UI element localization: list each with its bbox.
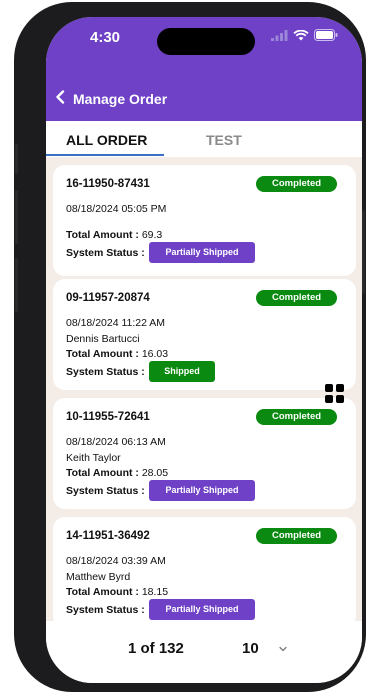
total-amount: Total Amount : 18.15 bbox=[66, 586, 168, 598]
order-card[interactable]: 16-11950-87431 Completed 08/18/2024 05:0… bbox=[53, 165, 356, 276]
app-bar: Manage Order bbox=[46, 71, 362, 121]
page-title: Manage Order bbox=[73, 91, 168, 107]
system-status-label: System Status : bbox=[66, 366, 145, 378]
total-amount: Total Amount : 69.3 bbox=[66, 229, 162, 241]
status-bar: 4:30 bbox=[46, 17, 362, 71]
total-amount: Total Amount : 16.03 bbox=[66, 348, 168, 360]
dynamic-island bbox=[157, 28, 255, 55]
order-date: 08/18/2024 03:39 AM bbox=[66, 555, 166, 567]
order-id: 09-11957-20874 bbox=[66, 292, 150, 304]
power-button bbox=[362, 210, 365, 294]
order-card[interactable]: 14-11951-36492 Completed 08/18/2024 03:3… bbox=[53, 517, 356, 621]
page-indicator: 1 of 132 bbox=[128, 640, 184, 657]
order-id: 14-11951-36492 bbox=[66, 530, 150, 542]
order-id: 16-11950-87431 bbox=[66, 178, 150, 190]
total-amount-label: Total Amount : bbox=[66, 586, 139, 598]
battery-icon bbox=[314, 29, 338, 41]
system-status-label: System Status : bbox=[66, 247, 145, 259]
active-tab-indicator bbox=[46, 154, 164, 156]
page-size-select[interactable]: 10 bbox=[242, 640, 259, 657]
order-list[interactable]: 16-11950-87431 Completed 08/18/2024 05:0… bbox=[46, 157, 362, 621]
customer-name: Dennis Bartucci bbox=[66, 333, 140, 345]
customer-name: Keith Taylor bbox=[66, 452, 121, 464]
tab-bar: ALL ORDER TEST bbox=[46, 121, 362, 157]
order-date: 08/18/2024 11:22 AM bbox=[66, 317, 166, 329]
total-amount-label: Total Amount : bbox=[66, 229, 139, 241]
order-card[interactable]: 10-11955-72641 Completed 08/18/2024 06:1… bbox=[53, 398, 356, 509]
order-id: 10-11955-72641 bbox=[66, 411, 150, 423]
volume-down-button bbox=[15, 258, 18, 312]
phone-frame: 4:30 Manage Order ALL ORDER TEST 16-1195… bbox=[14, 2, 366, 692]
order-status-badge: Completed bbox=[256, 176, 337, 192]
app-screen: 4:30 Manage Order ALL ORDER TEST 16-1195… bbox=[46, 17, 362, 683]
chevron-down-icon[interactable] bbox=[278, 645, 288, 653]
tab-test[interactable]: TEST bbox=[206, 132, 242, 148]
pagination-bar: 1 of 132 10 bbox=[46, 621, 362, 683]
customer-name: Matthew Byrd bbox=[66, 571, 131, 583]
total-amount-label: Total Amount : bbox=[66, 348, 139, 360]
order-date: 08/18/2024 05:05 PM bbox=[66, 203, 167, 215]
order-status-badge: Completed bbox=[256, 290, 337, 306]
total-amount: Total Amount : 28.05 bbox=[66, 467, 168, 479]
total-amount-value: 28.05 bbox=[141, 467, 169, 479]
back-arrow-icon[interactable] bbox=[54, 90, 66, 104]
action-button bbox=[15, 144, 18, 174]
wifi-icon bbox=[293, 29, 309, 40]
system-status-label: System Status : bbox=[66, 485, 145, 497]
system-status-label: System Status : bbox=[66, 604, 145, 616]
volume-up-button bbox=[15, 190, 18, 244]
order-status-badge: Completed bbox=[256, 528, 337, 544]
system-status-badge: Partially Shipped bbox=[149, 599, 255, 620]
order-date: 08/18/2024 06:13 AM bbox=[66, 436, 166, 448]
status-time: 4:30 bbox=[90, 29, 121, 46]
order-status-badge: Completed bbox=[256, 409, 337, 425]
total-amount-label: Total Amount : bbox=[66, 467, 139, 479]
total-amount-value: 18.15 bbox=[141, 586, 169, 598]
total-amount-value: 69.3 bbox=[141, 229, 163, 241]
grid-menu-icon[interactable] bbox=[325, 384, 345, 404]
total-amount-value: 16.03 bbox=[141, 348, 169, 360]
status-icons bbox=[271, 29, 338, 41]
tab-all-order[interactable]: ALL ORDER bbox=[66, 132, 147, 148]
system-status-badge: Shipped bbox=[149, 361, 215, 382]
order-card[interactable]: 09-11957-20874 Completed 08/18/2024 11:2… bbox=[53, 279, 356, 390]
system-status-badge: Partially Shipped bbox=[149, 242, 255, 263]
signal-icon bbox=[271, 29, 288, 41]
system-status-badge: Partially Shipped bbox=[149, 480, 255, 501]
